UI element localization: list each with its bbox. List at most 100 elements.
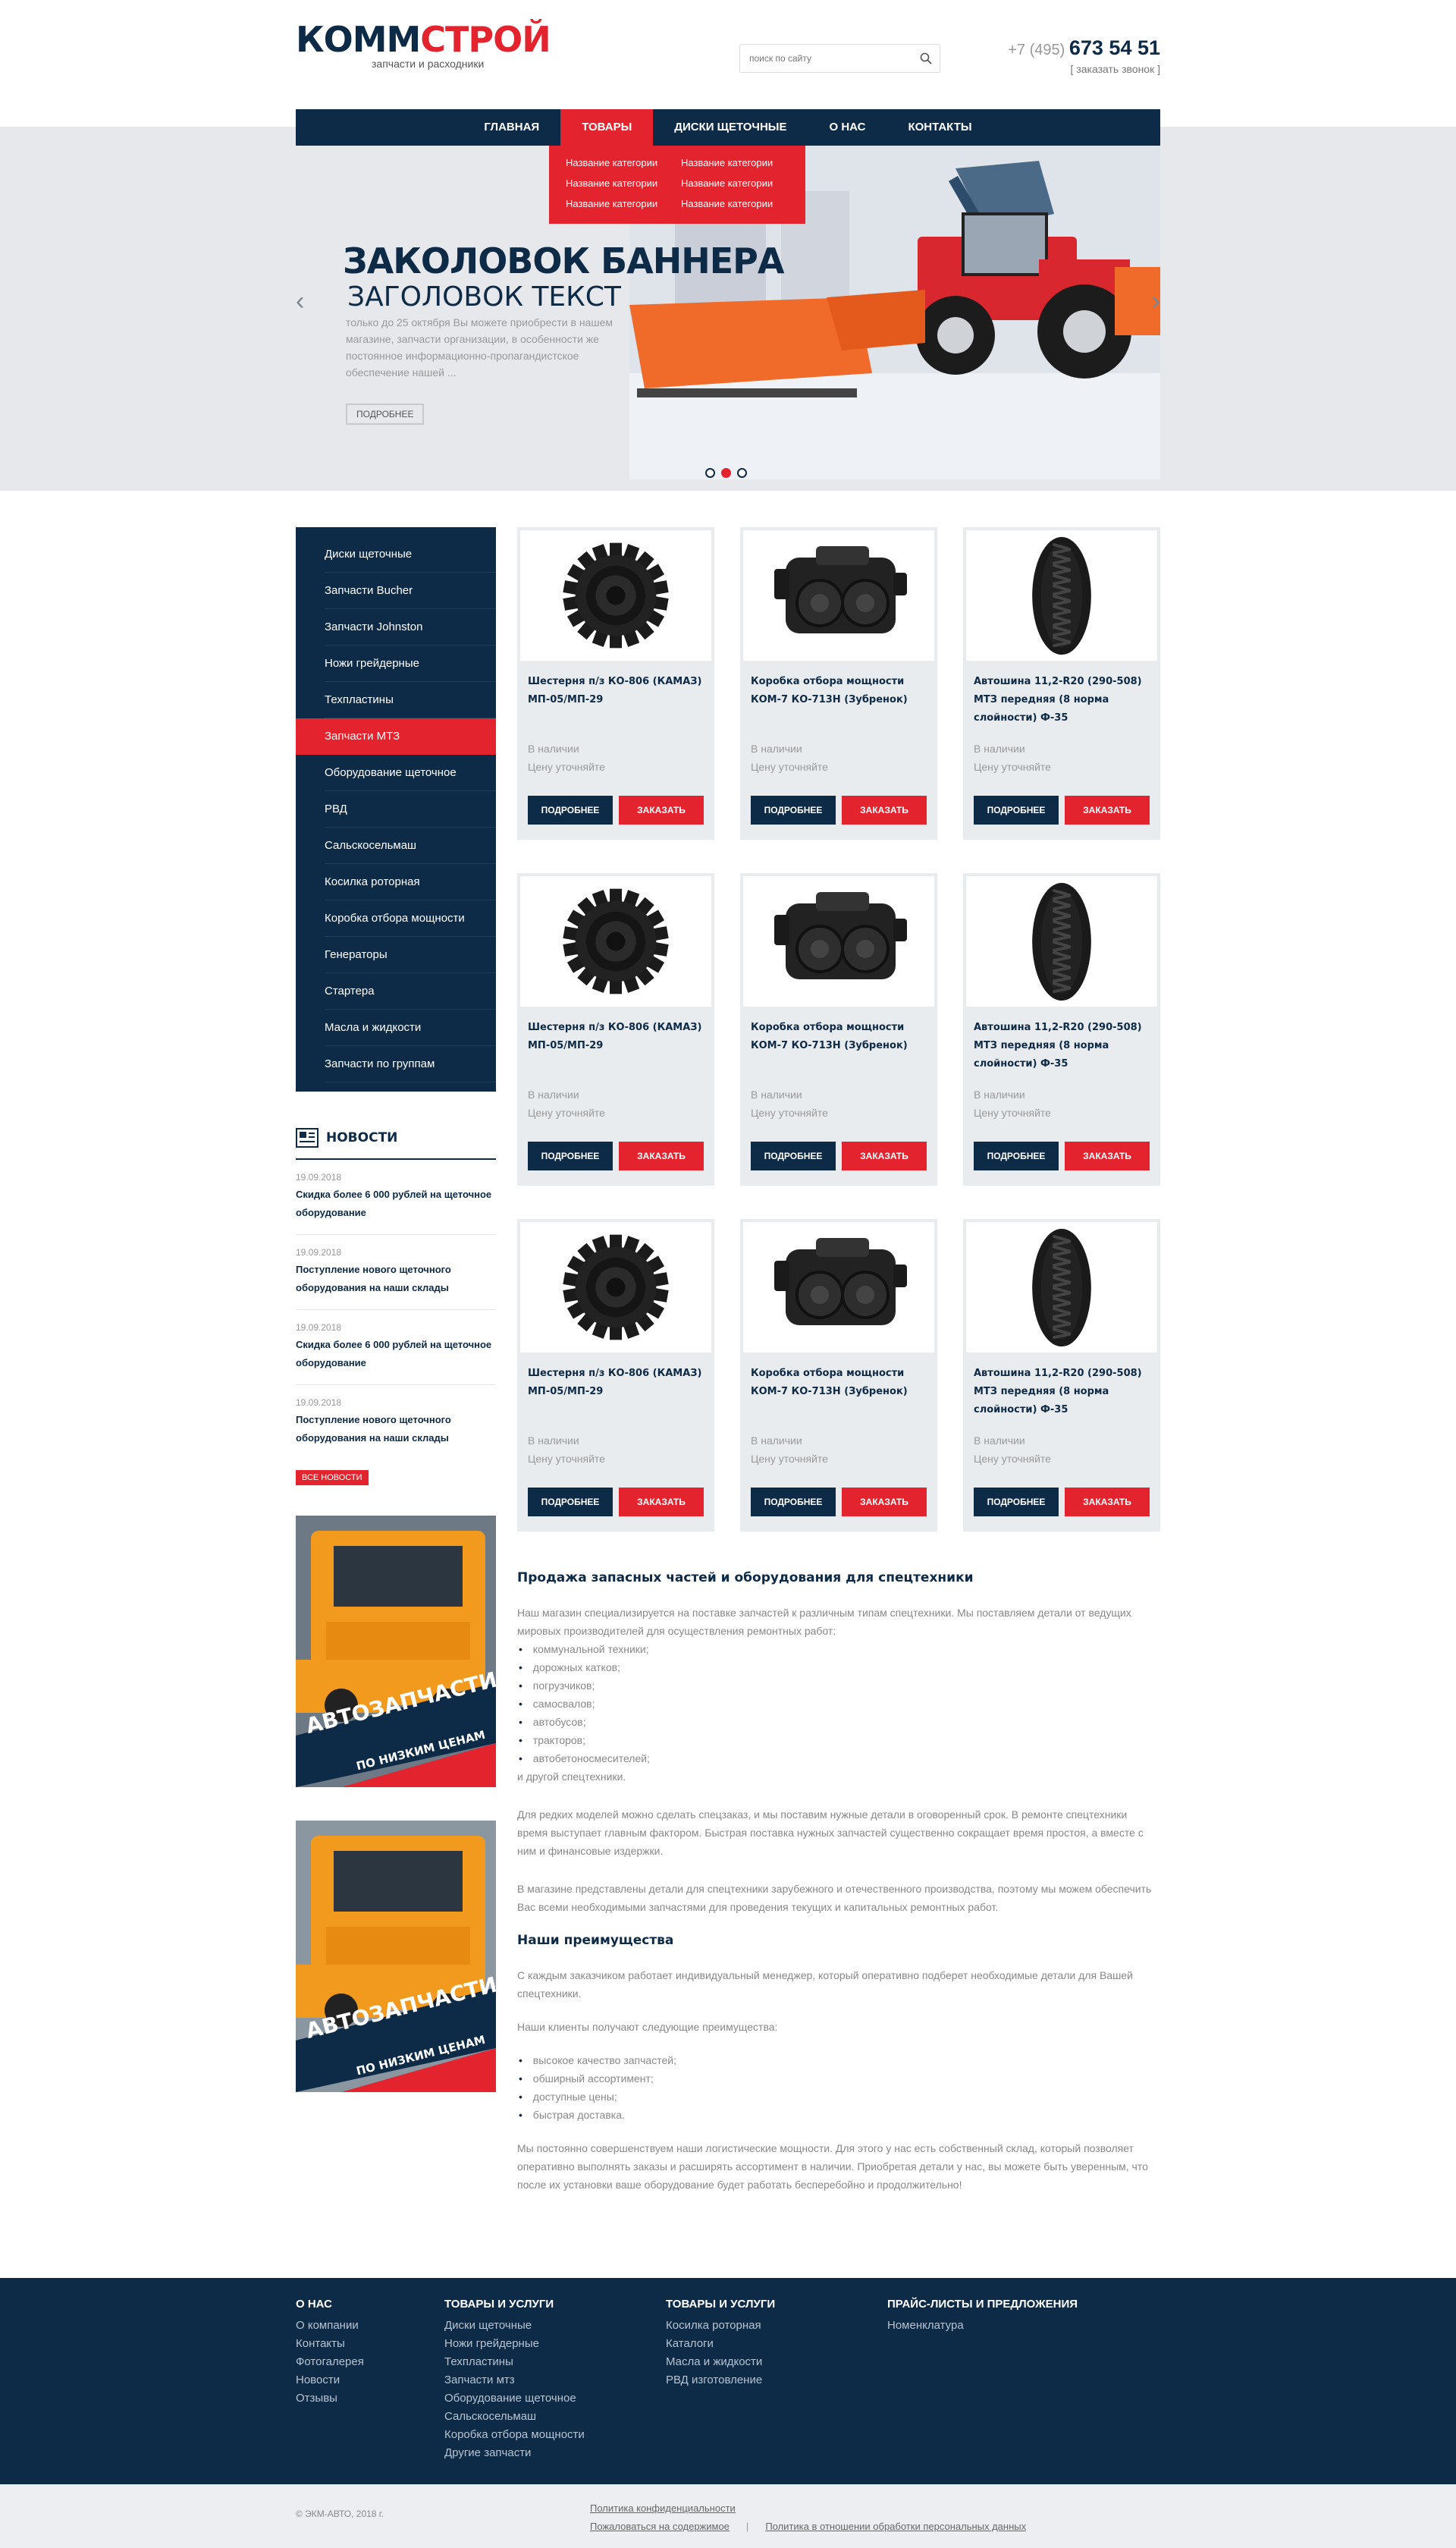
product-name[interactable]: Коробка отбора мощности КОМ-7 КО-713Н (З… <box>743 661 934 737</box>
footer-link[interactable]: Оборудование щеточное <box>444 2389 666 2408</box>
footer-link[interactable]: РВД изготовление <box>666 2371 887 2389</box>
sidebar-item[interactable]: Запчасти Johnston <box>296 609 496 646</box>
product-card[interactable]: Автошина 11,2-R20 (290-508) МТЗ передняя… <box>963 1219 1160 1532</box>
complain-link[interactable]: Пожаловаться на содержимое <box>590 2521 730 2532</box>
product-image[interactable] <box>966 1222 1157 1353</box>
details-button[interactable]: ПОДРОБНЕЕ <box>974 1142 1059 1170</box>
promo-banner[interactable]: АВТОЗАПЧАСТИ ПО НИЗКИМ ЦЕНАМ <box>296 1516 496 1787</box>
sidebar-item[interactable]: Диски щеточные <box>296 536 496 573</box>
site-logo[interactable]: КОММСТРОЙ запчасти и расходники <box>296 20 551 70</box>
sidebar-item[interactable]: Генераторы <box>296 937 496 973</box>
footer-link[interactable]: Масла и жидкости <box>666 2353 887 2371</box>
details-button[interactable]: ПОДРОБНЕЕ <box>528 796 613 825</box>
product-card[interactable]: Шестерня п/з КО-806 (КАМАЗ) МП-05/МП-29 В… <box>517 1219 714 1532</box>
footer-link[interactable]: Запчасти мтз <box>444 2371 666 2389</box>
order-button[interactable]: ЗАКАЗАТЬ <box>619 1488 704 1516</box>
footer-link[interactable]: Контакты <box>296 2335 444 2353</box>
sidebar-item[interactable]: Запчасти по группам <box>296 1046 496 1082</box>
details-button[interactable]: ПОДРОБНЕЕ <box>751 1142 836 1170</box>
product-image[interactable] <box>966 530 1157 661</box>
details-button[interactable]: ПОДРОБНЕЕ <box>751 1488 836 1516</box>
product-image[interactable] <box>743 1222 934 1353</box>
footer-link[interactable]: Новости <box>296 2371 444 2389</box>
footer-link[interactable]: Фотогалерея <box>296 2353 444 2371</box>
order-button[interactable]: ЗАКАЗАТЬ <box>1065 1488 1150 1516</box>
dropdown-item[interactable]: Название категории <box>681 178 789 192</box>
sidebar-item-active[interactable]: Запчасти МТЗ <box>296 718 496 755</box>
footer-link[interactable]: Техпластины <box>444 2353 666 2371</box>
product-image[interactable] <box>520 530 711 661</box>
product-image[interactable] <box>743 530 934 661</box>
order-button[interactable]: ЗАКАЗАТЬ <box>619 796 704 825</box>
product-name[interactable]: Автошина 11,2-R20 (290-508) МТЗ передняя… <box>966 661 1157 737</box>
dropdown-item[interactable]: Название категории <box>566 157 673 171</box>
news-link[interactable]: Скидка более 6 000 рублей на щеточное об… <box>296 1336 496 1372</box>
details-button[interactable]: ПОДРОБНЕЕ <box>751 796 836 825</box>
product-card[interactable]: Шестерня п/з КО-806 (КАМАЗ) МП-05/МП-29 В… <box>517 527 714 840</box>
product-name[interactable]: Коробка отбора мощности КОМ-7 КО-713Н (З… <box>743 1353 934 1428</box>
footer-link[interactable]: Диски щеточные <box>444 2317 666 2335</box>
privacy-link[interactable]: Политика конфиденциальности <box>590 2502 736 2514</box>
footer-link[interactable]: Ножи грейдерные <box>444 2335 666 2353</box>
dropdown-item[interactable]: Название категории <box>681 157 789 171</box>
order-button[interactable]: ЗАКАЗАТЬ <box>1065 1142 1150 1170</box>
phone-number[interactable]: 673 54 51 <box>1069 36 1160 59</box>
product-image[interactable] <box>966 876 1157 1007</box>
sidebar-item[interactable]: Масла и жидкости <box>296 1010 496 1046</box>
footer-link[interactable]: Коробка отбора мощности <box>444 2426 666 2444</box>
search-input[interactable] <box>740 45 907 72</box>
order-button[interactable]: ЗАКАЗАТЬ <box>842 796 927 825</box>
product-card[interactable]: Коробка отбора мощности КОМ-7 КО-713Н (З… <box>740 527 937 840</box>
news-link[interactable]: Поступление нового щеточного оборудовани… <box>296 1411 496 1447</box>
hero-more-button[interactable]: ПОДРОБНЕЕ <box>346 404 425 425</box>
product-card[interactable]: Коробка отбора мощности КОМ-7 КО-713Н (З… <box>740 873 937 1186</box>
nav-contacts[interactable]: КОНТАКТЫ <box>886 109 993 146</box>
search-icon[interactable] <box>920 52 932 64</box>
slider-prev-button[interactable]: ‹ <box>296 288 304 314</box>
product-card[interactable]: Коробка отбора мощности КОМ-7 КО-713Н (З… <box>740 1219 937 1532</box>
product-card[interactable]: Автошина 11,2-R20 (290-508) МТЗ передняя… <box>963 527 1160 840</box>
product-name[interactable]: Автошина 11,2-R20 (290-508) МТЗ передняя… <box>966 1353 1157 1428</box>
news-link[interactable]: Скидка более 6 000 рублей на щеточное об… <box>296 1186 496 1222</box>
product-image[interactable] <box>743 876 934 1007</box>
nav-about[interactable]: О НАС <box>808 109 887 146</box>
dropdown-item[interactable]: Название категории <box>566 178 673 192</box>
footer-link[interactable]: Номенклатура <box>887 2317 1115 2335</box>
product-card[interactable]: Шестерня п/з КО-806 (КАМАЗ) МП-05/МП-29 В… <box>517 873 714 1186</box>
slider-dot-active[interactable] <box>721 468 731 478</box>
nav-home[interactable]: ГЛАВНАЯ <box>463 109 560 146</box>
callback-link[interactable]: [ заказать звонок ] <box>1008 63 1160 75</box>
slider-next-button[interactable]: › <box>1152 288 1160 314</box>
sidebar-item[interactable]: Сальскосельмаш <box>296 828 496 864</box>
footer-link[interactable]: Сальскосельмаш <box>444 2408 666 2426</box>
nav-brush-discs[interactable]: ДИСКИ ЩЕТОЧНЫЕ <box>653 109 808 146</box>
product-name[interactable]: Шестерня п/з КО-806 (КАМАЗ) МП-05/МП-29 <box>520 1007 711 1082</box>
product-name[interactable]: Шестерня п/з КО-806 (КАМАЗ) МП-05/МП-29 <box>520 1353 711 1428</box>
details-button[interactable]: ПОДРОБНЕЕ <box>528 1488 613 1516</box>
sidebar-item[interactable]: РВД <box>296 791 496 828</box>
footer-link[interactable]: Каталоги <box>666 2335 887 2353</box>
order-button[interactable]: ЗАКАЗАТЬ <box>1065 796 1150 825</box>
footer-link[interactable]: Другие запчасти <box>444 2444 666 2462</box>
dropdown-item[interactable]: Название категории <box>566 198 673 212</box>
promo-banner[interactable]: АВТОЗАПЧАСТИ ПО НИЗКИМ ЦЕНАМ <box>296 1821 496 2092</box>
nav-products[interactable]: ТОВАРЫ <box>560 109 654 146</box>
footer-link[interactable]: Косилка роторная <box>666 2317 887 2335</box>
sidebar-item[interactable]: Ножи грейдерные <box>296 646 496 682</box>
details-button[interactable]: ПОДРОБНЕЕ <box>974 796 1059 825</box>
news-link[interactable]: Поступление нового щеточного оборудовани… <box>296 1261 496 1297</box>
sidebar-item[interactable]: Оборудование щеточное <box>296 755 496 791</box>
footer-link[interactable]: О компании <box>296 2317 444 2335</box>
product-name[interactable]: Автошина 11,2-R20 (290-508) МТЗ передняя… <box>966 1007 1157 1082</box>
sidebar-item[interactable]: Стартера <box>296 973 496 1010</box>
details-button[interactable]: ПОДРОБНЕЕ <box>528 1142 613 1170</box>
dropdown-item[interactable]: Название категории <box>681 198 789 212</box>
product-image[interactable] <box>520 876 711 1007</box>
product-name[interactable]: Коробка отбора мощности КОМ-7 КО-713Н (З… <box>743 1007 934 1082</box>
footer-link[interactable]: Отзывы <box>296 2389 444 2408</box>
order-button[interactable]: ЗАКАЗАТЬ <box>619 1142 704 1170</box>
sidebar-item[interactable]: Косилка роторная <box>296 864 496 900</box>
product-card[interactable]: Автошина 11,2-R20 (290-508) МТЗ передняя… <box>963 873 1160 1186</box>
order-button[interactable]: ЗАКАЗАТЬ <box>842 1488 927 1516</box>
product-name[interactable]: Шестерня п/з КО-806 (КАМАЗ) МП-05/МП-29 <box>520 661 711 737</box>
